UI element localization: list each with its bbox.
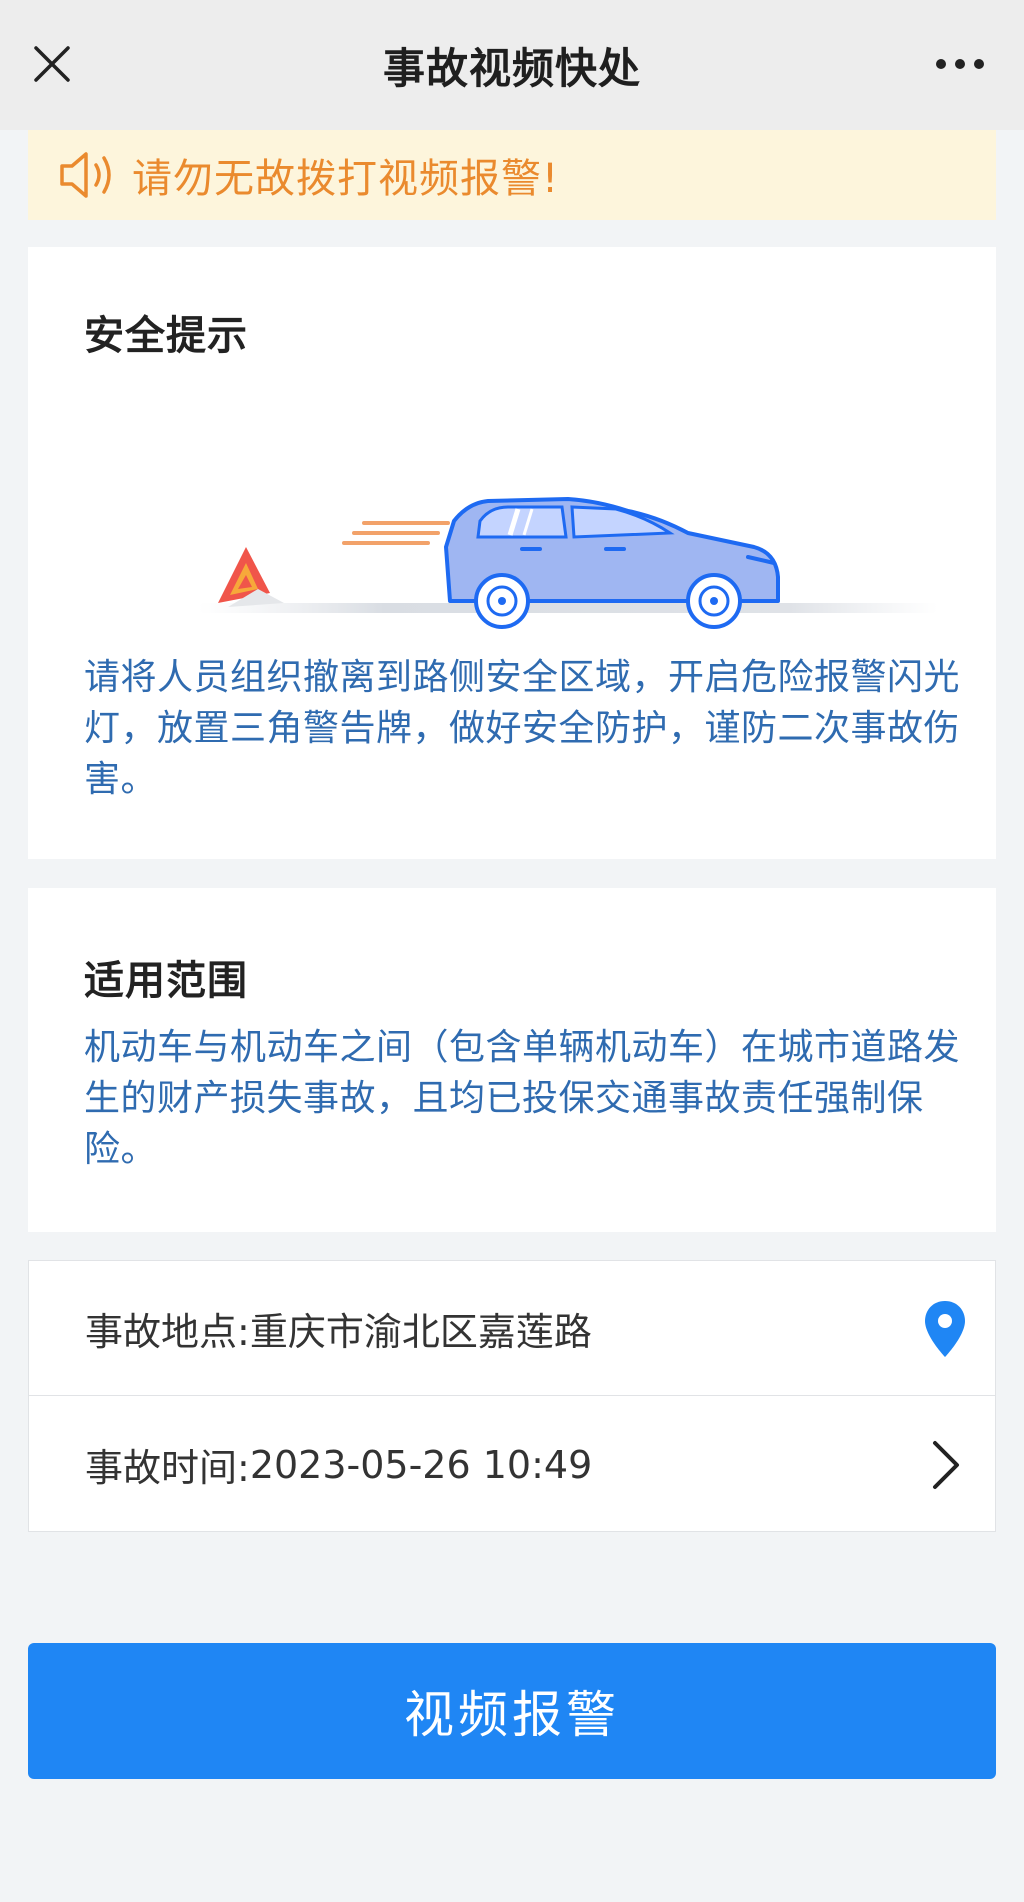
accident-info-form: 事故地点: 重庆市渝北区嘉莲路 事故时间: 2023-05-26 10:49 — [28, 1260, 996, 1532]
close-button[interactable] — [24, 36, 80, 92]
car-warning-illustration — [198, 497, 938, 629]
accident-time-row[interactable]: 事故时间: 2023-05-26 10:49 — [29, 1397, 995, 1532]
location-label: 事故地点: — [85, 1309, 250, 1354]
warning-banner: 请勿无故拨打视频报警! — [28, 130, 996, 220]
page-title: 事故视频快处 — [382, 43, 641, 93]
video-alarm-label: 视频报警 — [404, 1686, 620, 1744]
speaker-icon — [60, 152, 111, 198]
location-pin-button[interactable] — [917, 1297, 973, 1361]
warning-text: 请勿无故拨打视频报警! — [132, 156, 560, 202]
location-pin-icon — [925, 1301, 965, 1357]
car-wheel-rear — [474, 573, 530, 629]
safety-tips-card: 安全提示 请将人员组织撤离到路侧安全区域，开启危险报警闪光灯，放置三角警告牌，做… — [28, 247, 996, 859]
chevron-right-icon — [933, 1441, 959, 1489]
scope-title: 适用范围 — [84, 958, 248, 1004]
accident-location-row[interactable]: 事故地点: 重庆市渝北区嘉莲路 — [29, 1261, 995, 1396]
safety-tips-text: 请将人员组织撤离到路侧安全区域，开启危险报警闪光灯，放置三角警告牌，做好安全防护… — [84, 657, 961, 800]
time-chevron — [917, 1433, 973, 1497]
car-wheel-front — [686, 573, 742, 629]
location-value: 重庆市渝北区嘉莲路 — [249, 1309, 592, 1354]
close-icon — [34, 46, 70, 82]
scope-text: 机动车与机动车之间（包含单辆机动车）在城市道路发生的财产损失事故，且均已投保交通… — [84, 1027, 961, 1170]
time-value: 2023-05-26 10:49 — [249, 1442, 593, 1487]
page: 事故视频快处 请勿无故拨打视频报警! 安全提示 请将人员组织撤离到路侧安全区域，… — [0, 0, 1024, 1902]
more-button[interactable] — [920, 36, 1000, 92]
video-alarm-button[interactable]: 视频报警 — [28, 1643, 996, 1779]
nav-header: 事故视频快处 — [0, 0, 1024, 130]
time-label: 事故时间: — [85, 1446, 250, 1490]
safety-tips-title: 安全提示 — [84, 313, 248, 359]
scope-card: 适用范围 机动车与机动车之间（包含单辆机动车）在城市道路发生的财产损失事故，且均… — [28, 888, 996, 1232]
more-icon — [936, 59, 984, 69]
